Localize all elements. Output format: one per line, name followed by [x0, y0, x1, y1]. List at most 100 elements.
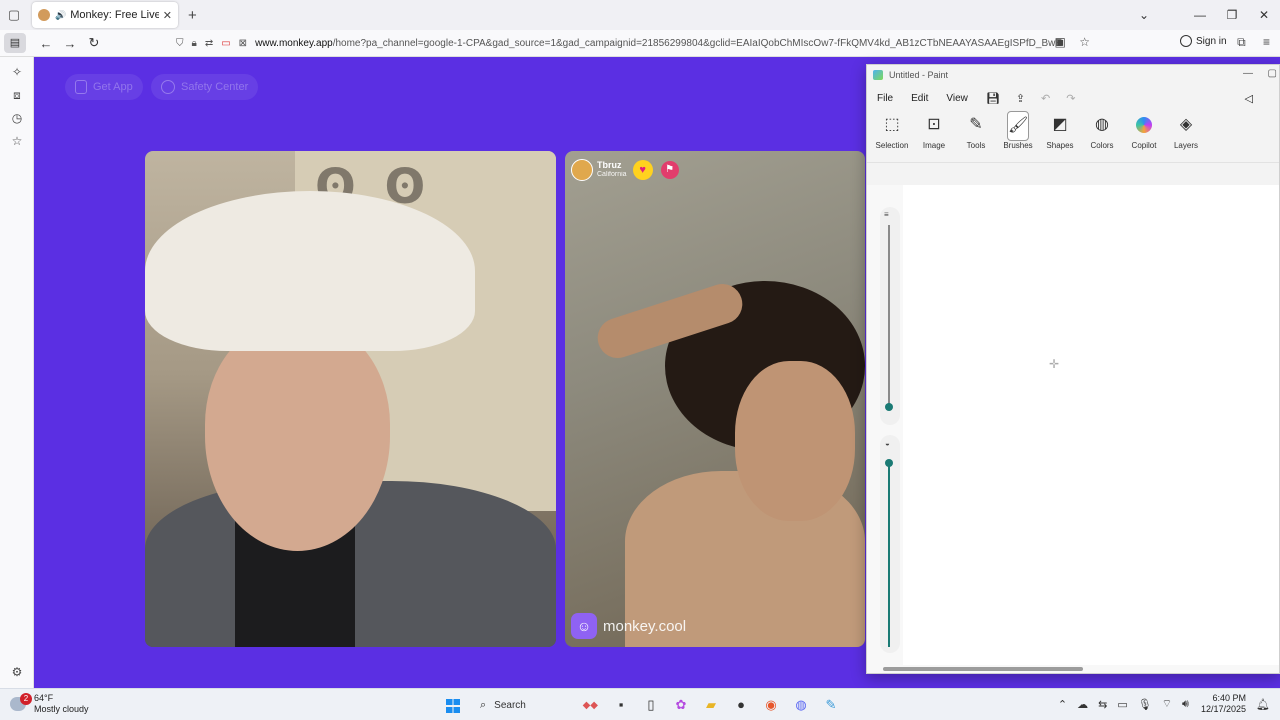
opacity-track [888, 463, 890, 647]
menu-file[interactable]: File [877, 93, 893, 104]
brush-size-knob[interactable] [885, 403, 893, 411]
microphone-icon[interactable]: 🎙︎ [1138, 698, 1152, 711]
onedrive-icon[interactable]: ☁ [1077, 698, 1088, 711]
paint-title: Untitled - Paint [889, 70, 949, 80]
new-tab-button[interactable]: + [188, 7, 197, 24]
ribbon-tools[interactable]: ✎ Tools [955, 111, 997, 150]
ribbon-shapes[interactable]: ◩ Shapes [1039, 111, 1081, 150]
sign-in-label: Sign in [1196, 35, 1227, 47]
get-app-button[interactable]: Get App [65, 74, 143, 100]
close-window-button[interactable]: ✕ [1248, 8, 1280, 22]
synced-tabs-icon[interactable]: ⧈ [0, 84, 34, 107]
paint-canvas[interactable]: ✛ [903, 185, 1279, 665]
undo-icon[interactable]: ↶ [1041, 92, 1050, 105]
share-icon[interactable]: ⇪ [1016, 92, 1025, 105]
url-bar[interactable]: ⛉ 🔒︎ ⇄ ▭ ⊠ www.monkey.app/home?pa_channe… [176, 33, 1100, 54]
tab-monkey[interactable]: 🔊 Monkey: Free Live Video Ch ✕ [32, 2, 178, 28]
paint-minimize-button[interactable]: — [1243, 68, 1253, 79]
bookmark-icon[interactable]: ☆ [1079, 35, 1090, 49]
wifi-icon[interactable]: ⌔ [1162, 697, 1172, 711]
ribbon-copilot[interactable]: Copilot [1123, 111, 1165, 150]
opacity-knob[interactable] [885, 459, 893, 467]
sidebar-toggle-button[interactable]: ▤ [4, 33, 26, 53]
reader-view-icon[interactable]: ▣ [1055, 35, 1066, 49]
firefox-icon[interactable]: ◉ [756, 693, 786, 717]
ribbon-colors[interactable]: ◍ Colors [1081, 111, 1123, 150]
remote-user-name: Tbruz [597, 160, 622, 170]
opacity-slider[interactable]: ◒ [880, 435, 900, 653]
feedback-icon[interactable]: ◁ [1245, 92, 1253, 105]
remote-user-badge[interactable]: Tbruz California ♥ ⚑ [571, 159, 679, 181]
brush-size-slider[interactable]: ≡ [880, 207, 900, 425]
save-icon[interactable]: 💾︎ [986, 92, 1000, 105]
start-button[interactable] [438, 693, 468, 717]
sign-in-button[interactable]: Sign in [1180, 35, 1227, 47]
ribbon-selection[interactable]: ⬚ Selection [871, 111, 913, 150]
layers-icon: ◈ [1179, 116, 1193, 133]
safety-center-button[interactable]: Safety Center [151, 74, 259, 100]
heart-icon[interactable]: ♥ [632, 160, 653, 180]
url-path: /home?pa_channel=google-1-CPA&gad_source… [332, 38, 1063, 49]
weather-text: 64°F Mostly cloudy [34, 693, 89, 715]
bookmarks-icon[interactable]: ☆ [0, 130, 34, 153]
remote-user-location: California [597, 171, 627, 178]
speaker-icon[interactable]: 🔊 [55, 10, 66, 21]
tab-bar: ▢ 🔊 Monkey: Free Live Video Ch ✕ + ⌄ — ❐… [0, 0, 1280, 30]
menu-icon[interactable]: ≡ [1263, 35, 1270, 49]
settings-gear-icon[interactable]: ⚙ [0, 661, 34, 684]
paint-maximize-button[interactable]: ▢ [1268, 68, 1277, 79]
browser-sidebar: ✧ ⧈ ◷ ☆ ⚙ [0, 57, 34, 688]
back-icon[interactable]: ← [34, 36, 58, 51]
notepad-icon[interactable]: ▯ [636, 693, 666, 717]
ribbon-layers[interactable]: ◈ Layers [1165, 111, 1207, 150]
local-video: ʘ ʘ [145, 151, 556, 647]
clock[interactable]: 6:40 PM 12/17/2025 [1201, 693, 1246, 715]
windows-logo-icon [446, 698, 460, 713]
lock-icon[interactable]: 🔒︎ [192, 38, 197, 49]
display-icon[interactable]: ▭ [1117, 698, 1127, 711]
history-icon[interactable]: ◷ [0, 107, 34, 130]
volume-icon[interactable]: 🔊︎ [1182, 698, 1189, 711]
ai-chat-icon[interactable]: ✧ [0, 61, 34, 84]
ribbon-image[interactable]: ⊡ Image [913, 111, 955, 150]
discord-icon[interactable]: ◍ [786, 693, 816, 717]
phone-icon [75, 80, 87, 94]
obs-icon[interactable]: ● [726, 693, 756, 717]
horizontal-scrollbar[interactable] [883, 667, 1083, 671]
taskbar-search[interactable]: ⌕ Search ◆◆ [472, 693, 602, 717]
report-flag-icon[interactable]: ⚑ [660, 161, 679, 179]
ribbon-brushes[interactable]: 🖌︎ Brushes [997, 111, 1039, 150]
maximize-button[interactable]: ❐ [1216, 8, 1248, 22]
redo-icon[interactable]: ↷ [1066, 92, 1075, 105]
show-hidden-icons[interactable]: ⌃ [1058, 698, 1067, 711]
menu-edit[interactable]: Edit [911, 93, 928, 104]
clock-time: 6:40 PM [1212, 693, 1247, 703]
notification-bell-icon[interactable]: 🔔︎ [1256, 698, 1270, 711]
palette-icon: ◍ [1095, 116, 1109, 133]
task-view-icon[interactable]: ▪ [606, 693, 636, 717]
ribbon-selection-label: Selection [875, 141, 909, 150]
reload-icon[interactable]: ↻ [82, 35, 106, 51]
close-tab-icon[interactable]: ✕ [163, 9, 172, 22]
remote-person-face [735, 361, 855, 521]
tab-overview-icon[interactable]: ▢ [0, 0, 28, 30]
extensions-icon[interactable]: ⧉ [1237, 35, 1246, 49]
minimize-button[interactable]: — [1184, 8, 1216, 22]
shield-icon[interactable]: ⛉ [176, 38, 184, 49]
ribbon-layers-label: Layers [1173, 141, 1198, 150]
weather-widget[interactable]: 2 64°F Mostly cloudy [10, 693, 89, 715]
sync-icon[interactable]: ⇆ [1098, 698, 1107, 711]
menu-view[interactable]: View [946, 93, 968, 104]
taskbar-search-label: Search [494, 699, 526, 711]
search-icon: ⌕ [480, 698, 487, 711]
camera-icon[interactable]: ▭ [221, 38, 230, 49]
forward-icon[interactable]: → [58, 36, 82, 51]
account-icon [1180, 35, 1192, 47]
permissions-icon[interactable]: ⇄ [205, 38, 213, 49]
paint-taskbar-icon[interactable]: ✎ [816, 693, 846, 717]
mic-icon[interactable]: ⊠ [239, 38, 247, 49]
copilot-app-icon[interactable]: ✿ [666, 693, 696, 717]
list-tabs-icon[interactable]: ⌄ [1128, 8, 1160, 22]
file-explorer-icon[interactable]: ▰ [696, 693, 726, 717]
paint-window: Untitled - Paint — ▢ File Edit View 💾︎ ⇪… [866, 64, 1280, 674]
